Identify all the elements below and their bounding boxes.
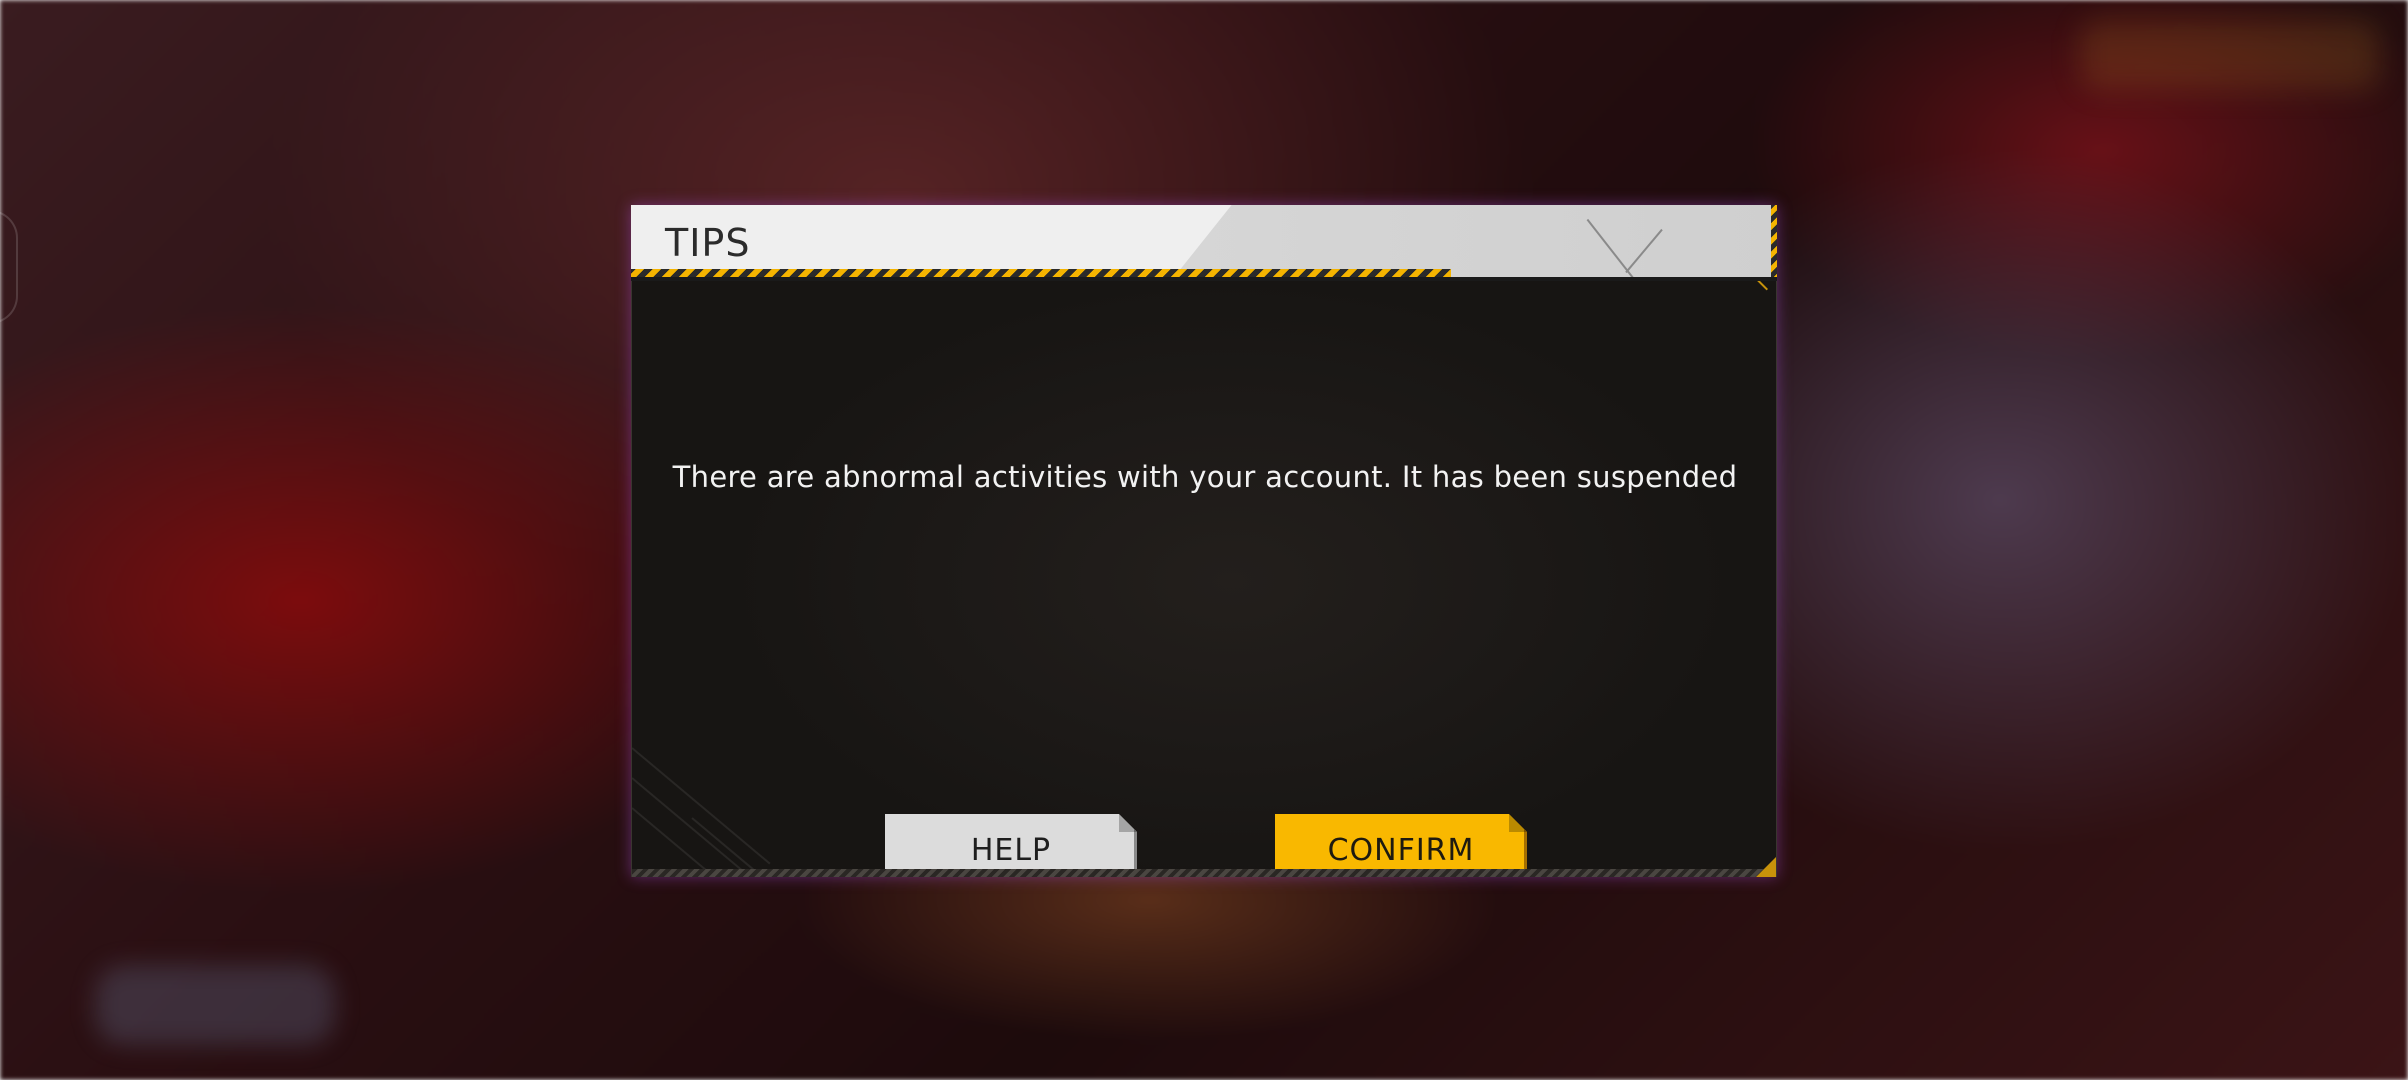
background-shape — [2080, 20, 2380, 90]
dialog-message: There are abnormal activities with your … — [672, 460, 1738, 494]
confirm-button[interactable]: CONFIRM — [1275, 814, 1527, 877]
button-corner-notch — [1119, 814, 1137, 832]
corner-accent — [1735, 281, 1768, 306]
confirm-button-label: CONFIRM — [1327, 832, 1475, 868]
tips-dialog: TIPS There are abnormal activities with … — [631, 205, 1777, 877]
help-button-label: HELP — [970, 832, 1052, 868]
help-button[interactable]: HELP — [885, 814, 1137, 877]
bottom-stripe — [632, 869, 1776, 877]
background-shape — [0, 210, 18, 324]
dialog-body: There are abnormal activities with your … — [631, 281, 1777, 877]
hazard-stripe — [1771, 205, 1777, 281]
corner-accent — [1756, 857, 1776, 877]
hazard-stripe — [631, 269, 1451, 277]
dialog-title: TIPS — [665, 221, 751, 265]
button-corner-notch — [1509, 814, 1527, 832]
dialog-header: TIPS — [631, 205, 1777, 281]
diagonal-lines-decoration — [632, 737, 792, 877]
background-shape — [95, 965, 335, 1045]
